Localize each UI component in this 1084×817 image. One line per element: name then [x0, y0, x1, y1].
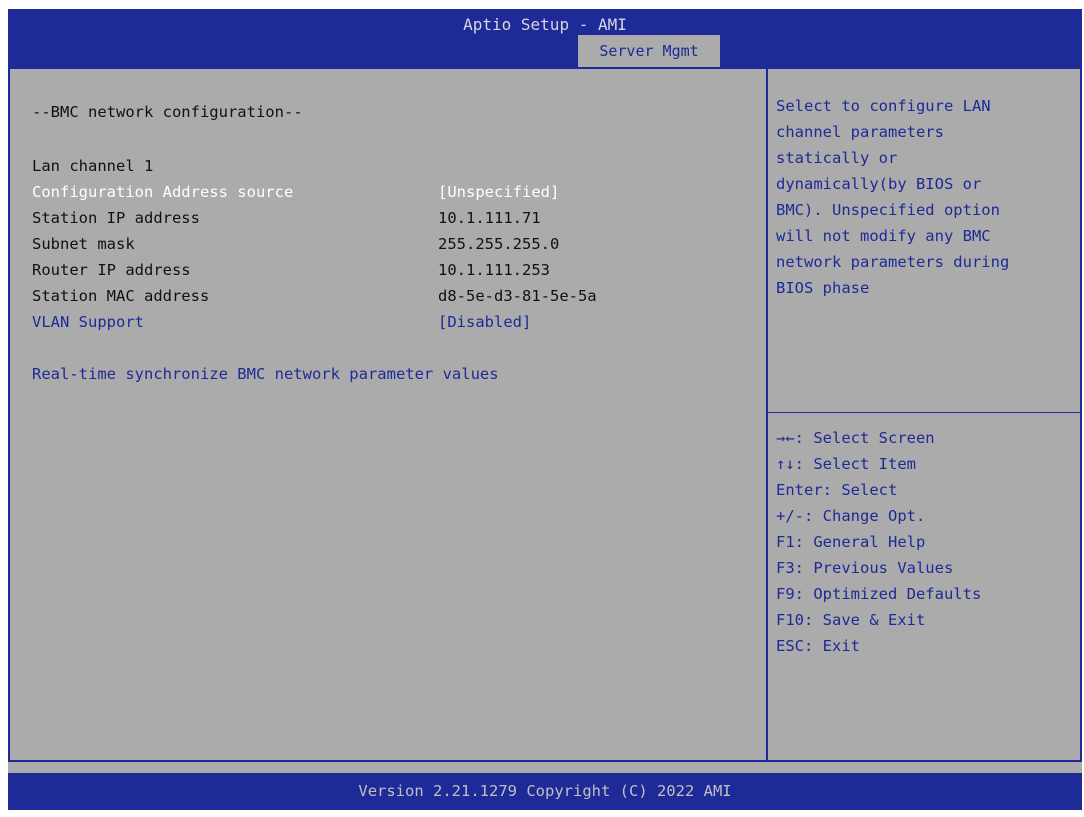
- tab-server-mgmt[interactable]: Server Mgmt: [578, 35, 720, 67]
- help-line: statically or: [776, 149, 898, 167]
- key-optimized-defaults: F9: Optimized Defaults: [776, 585, 982, 603]
- key-enter-select: Enter: Select: [776, 481, 898, 499]
- config-address-source-value[interactable]: [Unspecified]: [438, 179, 559, 205]
- version-footer: Version 2.21.1279 Copyright (C) 2022 AMI: [8, 773, 1082, 810]
- help-line: BMC). Unspecified option: [776, 201, 1000, 219]
- help-line: dynamically(by BIOS or: [776, 175, 982, 193]
- key-general-help: F1: General Help: [776, 533, 926, 551]
- config-address-source-label[interactable]: Configuration Address source: [32, 179, 293, 205]
- bios-screen: Aptio Setup - AMI Server Mgmt --BMC netw…: [8, 9, 1082, 810]
- app-title: Aptio Setup - AMI: [463, 15, 627, 34]
- subnet-mask-label: Subnet mask: [32, 235, 135, 253]
- help-line: channel parameters: [776, 123, 944, 141]
- key-select-screen: →←: Select Screen: [776, 429, 935, 447]
- help-line: will not modify any BMC: [776, 227, 991, 245]
- station-ip-value: 10.1.111.71: [438, 209, 541, 227]
- help-description: Select to configure LAN channel paramete…: [776, 93, 1076, 301]
- key-change-opt: +/-: Change Opt.: [776, 507, 926, 525]
- key-select-item: ↑↓: Select Item: [776, 455, 916, 473]
- station-mac-value: d8-5e-d3-81-5e-5a: [438, 287, 597, 305]
- subnet-mask-value: 255.255.255.0: [438, 235, 560, 253]
- station-ip-label: Station IP address: [32, 209, 200, 227]
- title-bar: Aptio Setup - AMI Server Mgmt: [8, 9, 1082, 67]
- help-line: Select to configure LAN: [776, 97, 991, 115]
- router-ip-value: 10.1.111.253: [438, 261, 550, 279]
- vlan-support-value[interactable]: [Disabled]: [438, 309, 531, 335]
- realtime-sync-item[interactable]: Real-time synchronize BMC network parame…: [32, 361, 499, 387]
- station-mac-label: Station MAC address: [32, 287, 210, 305]
- vlan-support-label[interactable]: VLAN Support: [32, 309, 144, 335]
- help-panel: Select to configure LAN channel paramete…: [766, 67, 1082, 762]
- key-previous-values: F3: Previous Values: [776, 559, 954, 577]
- help-line: network parameters during: [776, 253, 1010, 271]
- section-title: --BMC network configuration--: [32, 103, 303, 121]
- main-panel: --BMC network configuration-- Lan channe…: [8, 67, 767, 762]
- router-ip-label: Router IP address: [32, 261, 191, 279]
- help-line: BIOS phase: [776, 279, 870, 297]
- key-legend: →←: Select Screen ↑↓: Select Item Enter:…: [776, 425, 1076, 659]
- key-save-exit: F10: Save & Exit: [776, 611, 926, 629]
- lan-channel-label: Lan channel 1: [32, 157, 154, 175]
- help-divider: [768, 412, 1080, 413]
- key-esc-exit: ESC: Exit: [776, 637, 860, 655]
